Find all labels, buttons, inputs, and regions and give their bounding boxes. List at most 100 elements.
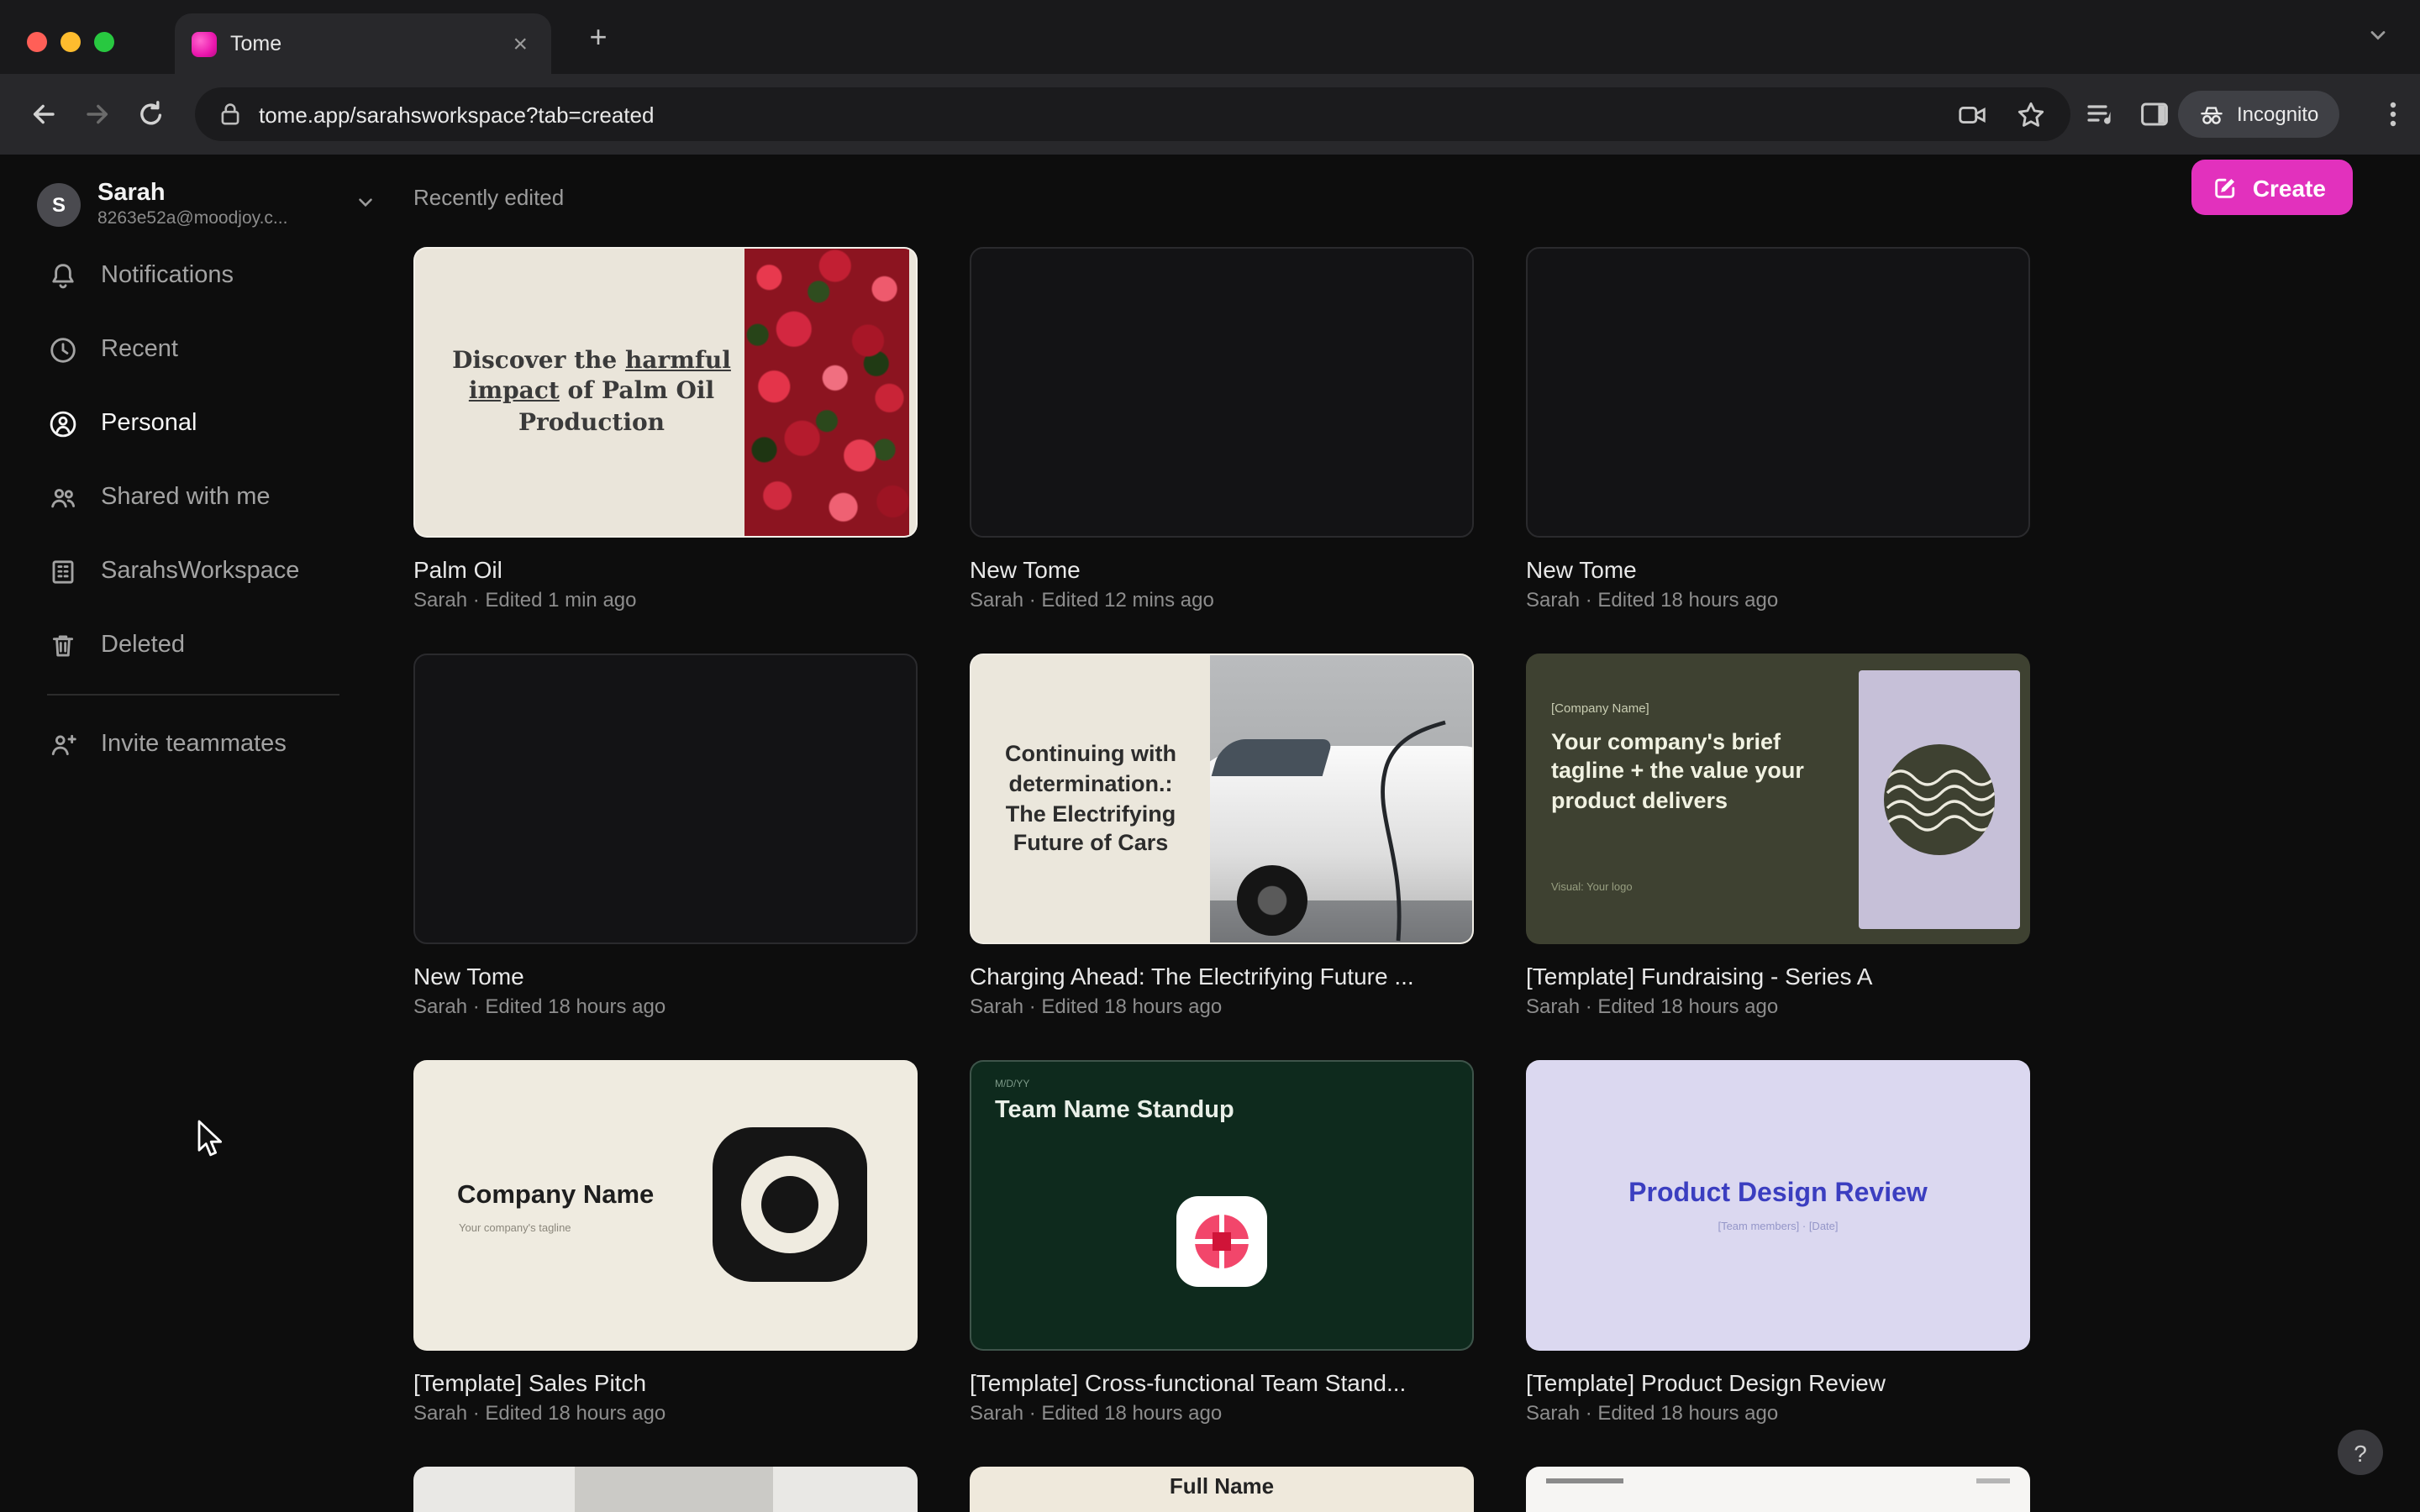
lock-icon[interactable] xyxy=(218,101,242,128)
help-button[interactable]: ? xyxy=(2338,1430,2383,1475)
create-button[interactable]: Create xyxy=(2191,160,2353,215)
company-logo-icon xyxy=(713,1127,867,1282)
sidebar-item-recent[interactable]: Recent xyxy=(37,312,383,386)
card-meta: Sarah · Edited 18 hours ago xyxy=(1526,588,1779,612)
section-title: Recently edited xyxy=(413,185,565,210)
sidebar-item-shared-with-me[interactable]: Shared with me xyxy=(37,460,383,534)
person-icon xyxy=(47,407,79,439)
tome-card-sales-pitch[interactable]: Company Name Your company's tagline [Tem… xyxy=(413,1060,918,1425)
url-text: tome.app/sarahsworkspace?tab=created xyxy=(259,102,655,127)
sidebar-item-workspace[interactable]: SarahsWorkspace xyxy=(37,534,383,608)
avatar: S xyxy=(37,183,81,227)
sidebar-item-label: Notifications xyxy=(101,262,234,289)
forward-button[interactable] xyxy=(81,97,114,131)
thumb-heading: Team Name Standup xyxy=(995,1097,1234,1124)
logo-panel xyxy=(1859,670,2020,929)
card-thumbnail: Product Design Review [Team members] · [… xyxy=(1526,1060,2030,1351)
side-panel-icon[interactable] xyxy=(2138,97,2171,131)
card-thumbnail xyxy=(1526,247,2030,538)
card-meta: Sarah · Edited 18 hours ago xyxy=(970,995,1223,1018)
incognito-badge[interactable]: Incognito xyxy=(2178,91,2339,138)
wavy-logo-icon xyxy=(1884,744,1995,855)
back-button[interactable] xyxy=(27,97,60,131)
tome-card-charging-ahead[interactable]: Continuing with determination.: The Elec… xyxy=(970,654,1474,1018)
tome-card-fundraising[interactable]: [Company Name] Your company's brief tagl… xyxy=(1526,654,2030,1018)
tome-card-team-standup[interactable]: M/D/YY Team Name Standup [Template] Cros… xyxy=(970,1060,1474,1425)
card-thumbnail: Continuing with determination.: The Elec… xyxy=(970,654,1474,944)
close-window-button[interactable] xyxy=(27,32,47,52)
tome-card-partial[interactable] xyxy=(1526,1467,2030,1512)
card-title: [Template] Sales Pitch xyxy=(413,1369,647,1396)
thumb-heading: Product Design Review xyxy=(1628,1179,1928,1207)
minimize-window-button[interactable] xyxy=(60,32,81,52)
card-title: [Template] Product Design Review xyxy=(1526,1369,1886,1396)
card-meta: Sarah · Edited 12 mins ago xyxy=(970,588,1214,612)
tome-card-product-design-review[interactable]: Product Design Review [Team members] · [… xyxy=(1526,1060,2030,1425)
bookmark-star-icon[interactable] xyxy=(2015,98,2047,130)
sidebar-item-label: Invite teammates xyxy=(101,731,287,758)
tome-card-new-tome[interactable]: New Tome Sarah · Edited 12 mins ago xyxy=(970,247,1474,612)
card-title: New Tome xyxy=(970,556,1081,583)
thumb-heading: Company Name xyxy=(457,1181,655,1210)
new-tab-button[interactable]: + xyxy=(578,17,618,57)
address-bar[interactable]: tome.app/sarahsworkspace?tab=created xyxy=(195,87,2070,141)
person-add-icon xyxy=(47,728,79,760)
browser-toolbar: tome.app/sarahsworkspace?tab=created Inc… xyxy=(0,74,2420,155)
team-logo-icon xyxy=(1176,1196,1267,1287)
people-icon xyxy=(47,481,79,513)
sidebar-item-invite-teammates[interactable]: Invite teammates xyxy=(37,707,383,781)
card-thumbnail: M/D/YY Team Name Standup xyxy=(970,1060,1474,1351)
sidebar-divider xyxy=(47,694,339,696)
tome-card-new-tome[interactable]: New Tome Sarah · Edited 18 hours ago xyxy=(1526,247,2030,612)
bell-icon xyxy=(47,260,79,291)
sidebar-item-deleted[interactable]: Deleted xyxy=(37,608,383,682)
compose-icon xyxy=(2212,174,2239,201)
incognito-icon xyxy=(2198,101,2225,128)
thumb-heading: Discover the harmful impact of Palm Oil … xyxy=(452,348,731,437)
tab-title: Tome xyxy=(230,32,282,55)
window-controls xyxy=(27,32,114,52)
chevron-down-icon xyxy=(355,192,376,213)
card-title: New Tome xyxy=(413,963,524,990)
card-meta: Sarah · Edited 18 hours ago xyxy=(1526,1401,1779,1425)
media-controls-icon[interactable] xyxy=(2084,97,2118,131)
sidebar-item-label: Deleted xyxy=(101,632,185,659)
card-thumbnail xyxy=(413,654,918,944)
tome-card-partial[interactable] xyxy=(413,1467,918,1512)
card-meta: Sarah · Edited 18 hours ago xyxy=(970,1401,1223,1425)
browser-menu-icon[interactable] xyxy=(2376,97,2410,131)
card-thumbnail: [Company Name] Your company's brief tagl… xyxy=(1526,654,2030,944)
trash-icon xyxy=(47,629,79,661)
thumb-date: M/D/YY xyxy=(995,1080,1030,1090)
camera-icon[interactable] xyxy=(1956,98,1988,130)
fullscreen-window-button[interactable] xyxy=(94,32,114,52)
sidebar-item-notifications[interactable]: Notifications xyxy=(37,239,383,312)
workspace-switcher[interactable]: S Sarah 8263e52a@moodjoy.c... xyxy=(37,175,372,235)
card-thumbnail: Full Name xyxy=(970,1467,1474,1512)
tab-strip: Tome × + xyxy=(0,0,2420,74)
sidebar: S Sarah 8263e52a@moodjoy.c... Notificati… xyxy=(0,155,383,1512)
thumb-label: [Company Name] xyxy=(1551,701,1649,716)
thumb-sub: [Team members] · [Date] xyxy=(1718,1221,1839,1232)
tome-app: S Sarah 8263e52a@moodjoy.c... Notificati… xyxy=(0,155,2420,1512)
sidebar-item-label: Shared with me xyxy=(101,484,271,511)
browser-tab[interactable]: Tome × xyxy=(175,13,551,74)
create-label: Create xyxy=(2252,174,2326,201)
card-meta: Sarah · Edited 18 hours ago xyxy=(413,995,666,1018)
clock-icon xyxy=(47,333,79,365)
card-title: [Template] Fundraising - Series A xyxy=(1526,963,1873,990)
card-grid: Discover the harmful impact of Palm Oil … xyxy=(413,247,2030,1512)
card-title: Palm Oil xyxy=(413,556,502,583)
car-image xyxy=(1210,655,1472,942)
tome-favicon-icon xyxy=(192,31,217,56)
close-tab-icon[interactable]: × xyxy=(506,28,534,60)
card-title: New Tome xyxy=(1526,556,1637,583)
sidebar-nav: Notifications Recent Personal Shared wit… xyxy=(37,239,383,781)
tome-card-palm-oil[interactable]: Discover the harmful impact of Palm Oil … xyxy=(413,247,918,612)
sidebar-item-personal[interactable]: Personal xyxy=(37,386,383,460)
tome-card-new-tome[interactable]: New Tome Sarah · Edited 18 hours ago xyxy=(413,654,918,1018)
flowers-image xyxy=(744,249,909,536)
tab-search-chevron-icon[interactable] xyxy=(2366,24,2390,47)
tome-card-partial[interactable]: Full Name xyxy=(970,1467,1474,1512)
reload-button[interactable] xyxy=(134,97,168,131)
